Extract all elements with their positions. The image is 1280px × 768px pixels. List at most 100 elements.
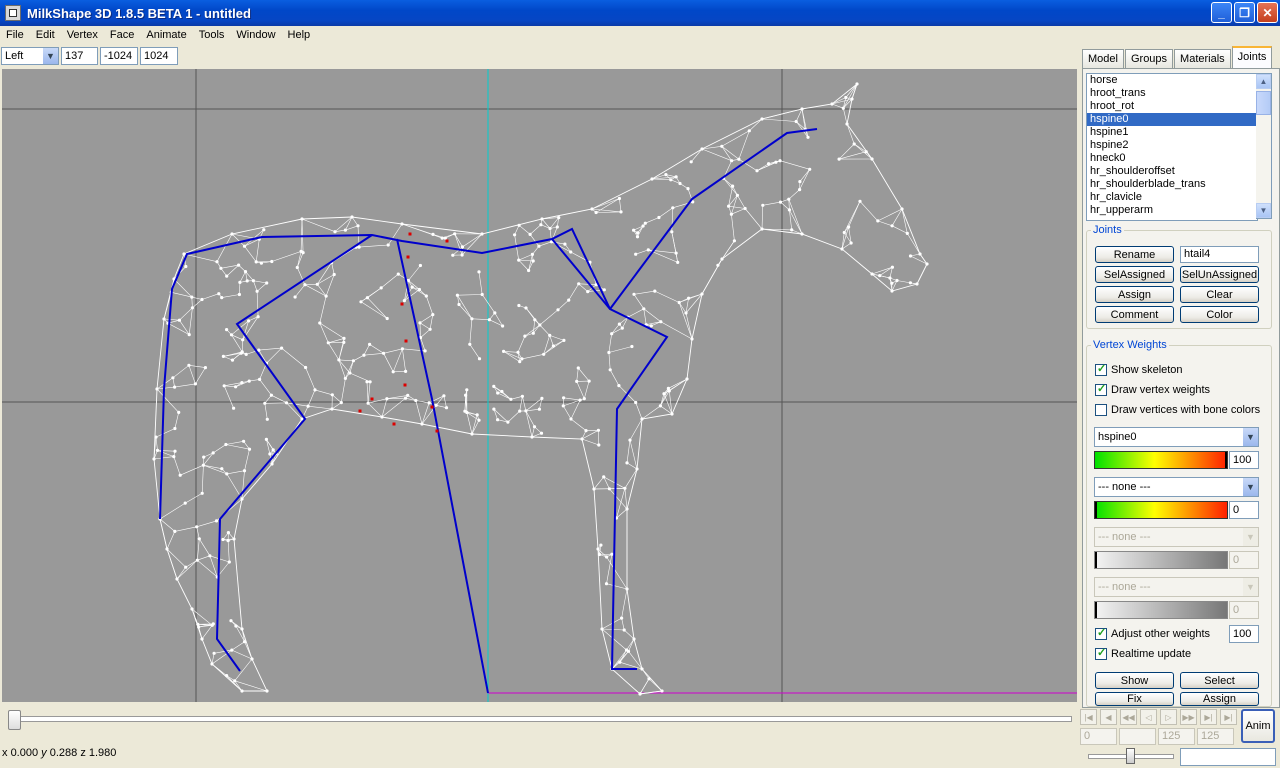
timeline-track[interactable]: [10, 716, 1072, 722]
coord-x-field[interactable]: 137: [61, 47, 98, 65]
viewport-canvas[interactable]: [2, 69, 1077, 702]
bone-2-weight-field[interactable]: 0: [1229, 501, 1259, 519]
bone-2-select[interactable]: --- none --- ▼: [1094, 477, 1259, 497]
speed-field[interactable]: [1180, 748, 1276, 766]
joint-list-item[interactable]: hr_shoulderblade_trans: [1087, 178, 1257, 191]
clear-button[interactable]: Clear: [1180, 286, 1259, 303]
joint-list[interactable]: horse hroot_trans hroot_rot hspine0 hspine1 h…: [1086, 73, 1258, 221]
draw-bone-colors-label: Draw vertices with bone colors: [1111, 404, 1261, 416]
rename-button[interactable]: Rename: [1095, 246, 1174, 263]
bone-3-weight-field[interactable]: 0: [1229, 551, 1259, 569]
bone-2-select-value: --- none ---: [1098, 481, 1151, 493]
start-frame-field[interactable]: 0: [1080, 728, 1117, 745]
end-frame-field[interactable]: 125: [1158, 728, 1195, 745]
total-frames-field[interactable]: 125: [1197, 728, 1234, 745]
bone-4-weight-slider[interactable]: [1094, 601, 1228, 619]
menu-vertex[interactable]: Vertex: [61, 29, 104, 41]
realtime-update-label: Realtime update: [1111, 648, 1192, 660]
chevron-down-icon: ▼: [1243, 478, 1258, 496]
joint-list-item[interactable]: hroot_trans: [1087, 87, 1257, 100]
scroll-thumb[interactable]: [1256, 91, 1271, 115]
joint-list-item[interactable]: hspine2: [1087, 139, 1257, 152]
scroll-down-icon[interactable]: ▼: [1256, 203, 1271, 218]
bone-4-weight-field[interactable]: 0: [1229, 601, 1259, 619]
scroll-up-icon[interactable]: ▲: [1256, 74, 1271, 89]
status-z-value: 1.980: [88, 747, 117, 759]
assign-button[interactable]: Assign: [1095, 286, 1174, 303]
joint-list-item[interactable]: hr_shoulderoffset: [1087, 165, 1257, 178]
adjust-other-weights-field[interactable]: 100: [1229, 625, 1259, 643]
joint-list-item[interactable]: hneck0: [1087, 152, 1257, 165]
joint-list-item[interactable]: hspine1: [1087, 126, 1257, 139]
joint-list-item[interactable]: hr_upperarm: [1087, 204, 1257, 217]
bone-2-weight-slider[interactable]: [1094, 501, 1228, 519]
bone-3-select[interactable]: --- none --- ▼: [1094, 527, 1259, 547]
view-select[interactable]: Left ▼: [1, 47, 59, 65]
checkbox-unchecked-icon: [1095, 404, 1107, 416]
menu-help[interactable]: Help: [282, 29, 317, 41]
weight-marker[interactable]: [1225, 452, 1227, 468]
joint-list-item[interactable]: horse: [1087, 74, 1257, 87]
weight-marker[interactable]: [1095, 502, 1097, 518]
maximize-button[interactable]: ❐: [1234, 2, 1255, 23]
step-back-icon[interactable]: ◁: [1140, 709, 1157, 725]
show-skeleton-checkbox[interactable]: Show skeleton: [1095, 362, 1183, 376]
tab-joints[interactable]: Joints: [1231, 46, 1273, 70]
realtime-update-checkbox[interactable]: Realtime update: [1095, 646, 1192, 660]
rewind-icon[interactable]: ◀◀: [1120, 709, 1137, 725]
menu-edit[interactable]: Edit: [30, 29, 61, 41]
close-button[interactable]: ✕: [1257, 2, 1278, 23]
minimize-button[interactable]: _: [1211, 2, 1232, 23]
prev-key-icon[interactable]: ◀: [1100, 709, 1117, 725]
sel-assigned-button[interactable]: SelAssigned: [1095, 266, 1174, 283]
sel-unassigned-button[interactable]: SelUnAssigned: [1180, 266, 1259, 283]
coord-z-field[interactable]: 1024: [140, 47, 178, 65]
next-key-icon[interactable]: ▶|: [1200, 709, 1217, 725]
anim-button[interactable]: Anim: [1241, 709, 1275, 743]
3d-viewport[interactable]: [2, 69, 1077, 702]
fix-button[interactable]: Fix: [1095, 692, 1174, 706]
joints-group-legend: Joints: [1093, 224, 1122, 236]
current-frame-field[interactable]: [1119, 728, 1156, 745]
bone-4-select[interactable]: --- none --- ▼: [1094, 577, 1259, 597]
weight-marker[interactable]: [1095, 602, 1097, 618]
menu-animate[interactable]: Animate: [140, 29, 192, 41]
menu-face[interactable]: Face: [104, 29, 140, 41]
draw-bone-colors-checkbox[interactable]: Draw vertices with bone colors: [1095, 404, 1260, 416]
select-button[interactable]: Select: [1180, 672, 1259, 689]
chevron-down-icon: ▼: [1243, 428, 1258, 446]
joint-list-item[interactable]: hr_clavicle: [1087, 191, 1257, 204]
joint-list-item[interactable]: hspine0: [1087, 113, 1257, 126]
comment-button[interactable]: Comment: [1095, 306, 1174, 323]
draw-vertex-weights-label: Draw vertex weights: [1111, 384, 1211, 396]
step-forward-icon[interactable]: ▷: [1160, 709, 1177, 725]
joint-list-item[interactable]: hroot_rot: [1087, 100, 1257, 113]
bone-1-select[interactable]: hspine0 ▼: [1094, 427, 1259, 447]
menu-window[interactable]: Window: [230, 29, 281, 41]
first-frame-icon[interactable]: |◀: [1080, 709, 1097, 725]
joint-list-scrollbar[interactable]: ▲ ▼: [1256, 73, 1272, 219]
last-frame-icon[interactable]: ▶|: [1220, 709, 1237, 725]
adjust-other-weights-checkbox[interactable]: Adjust other weights: [1095, 626, 1210, 640]
status-y-value: 0.288: [49, 747, 78, 759]
checkbox-checked-icon: [1095, 382, 1107, 396]
color-button[interactable]: Color: [1180, 306, 1259, 323]
joint-name-field[interactable]: htail4: [1180, 246, 1259, 263]
timeline-thumb[interactable]: [8, 710, 21, 730]
joints-tab-panel: horse hroot_trans hroot_rot hspine0 hspine1 h…: [1082, 68, 1280, 708]
bone-1-weight-field[interactable]: 100: [1229, 451, 1259, 469]
menu-tools[interactable]: Tools: [193, 29, 231, 41]
coord-y-field[interactable]: -1024: [100, 47, 138, 65]
assign-weights-button[interactable]: Assign: [1180, 692, 1259, 706]
show-button[interactable]: Show: [1095, 672, 1174, 689]
tab-groups[interactable]: Groups: [1124, 49, 1174, 69]
bone-1-weight-slider[interactable]: [1094, 451, 1228, 469]
draw-vertex-weights-checkbox[interactable]: Draw vertex weights: [1095, 382, 1211, 396]
bone-3-weight-slider[interactable]: [1094, 551, 1228, 569]
tab-materials[interactable]: Materials: [1174, 49, 1231, 69]
tab-model[interactable]: Model: [1082, 49, 1124, 69]
weight-marker[interactable]: [1095, 552, 1097, 568]
speed-slider-thumb[interactable]: [1126, 748, 1135, 764]
fast-forward-icon[interactable]: ▶▶: [1180, 709, 1197, 725]
menu-file[interactable]: File: [0, 29, 30, 41]
